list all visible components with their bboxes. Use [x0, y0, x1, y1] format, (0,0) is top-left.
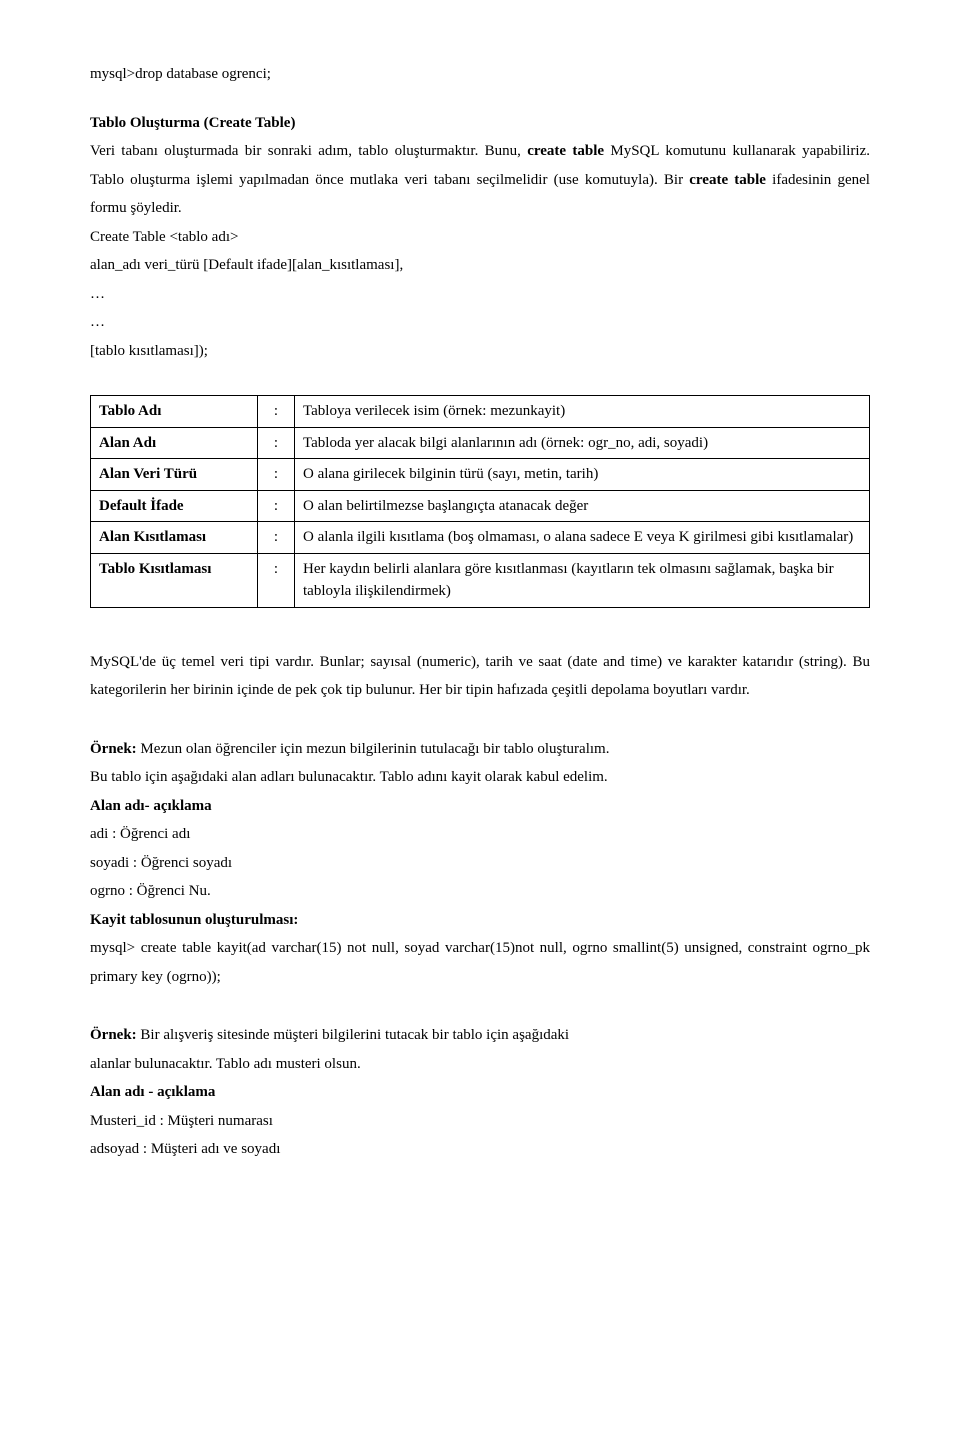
code-line: Create Table <tablo adı> [90, 223, 870, 252]
table-row: Tablo Kısıtlaması : Her kaydın belirli a… [91, 553, 870, 607]
paragraph: Alan adı- açıklama [90, 792, 870, 821]
code-line: [tablo kısıtlaması]); [90, 337, 870, 366]
code-line: mysql>drop database ogrenci; [90, 60, 870, 89]
paragraph: Bu tablo için aşağıdaki alan adları bulu… [90, 763, 870, 792]
code-line: alan_adı veri_türü [Default ifade][alan_… [90, 251, 870, 280]
paragraph: soyadi : Öğrenci soyadı [90, 849, 870, 878]
code-line: … [90, 308, 870, 337]
paragraph: adi : Öğrenci adı [90, 820, 870, 849]
definitions-table: Tablo Adı : Tabloya verilecek isim (örne… [90, 395, 870, 608]
table-row: Alan Kısıtlaması : O alanla ilgili kısıt… [91, 522, 870, 554]
paragraph: Veri tabanı oluşturmada bir sonraki adım… [90, 137, 870, 223]
paragraph: alanlar bulunacaktır. Tablo adı musteri … [90, 1050, 870, 1079]
code-line: … [90, 280, 870, 309]
paragraph: Alan adı - açıklama [90, 1078, 870, 1107]
paragraph: MySQL'de üç temel veri tipi vardır. Bunl… [90, 648, 870, 705]
table-row: Alan Adı : Tabloda yer alacak bilgi alan… [91, 427, 870, 459]
paragraph: adsoyad : Müşteri adı ve soyadı [90, 1135, 870, 1164]
table-row: Default İfade : O alan belirtilmezse baş… [91, 490, 870, 522]
paragraph: ogrno : Öğrenci Nu. [90, 877, 870, 906]
paragraph: Örnek: Bir alışveriş sitesinde müşteri b… [90, 1021, 870, 1050]
section-title: Tablo Oluşturma (Create Table) [90, 109, 870, 138]
paragraph: Kayit tablosunun oluşturulması: [90, 906, 870, 935]
table-row: Tablo Adı : Tabloya verilecek isim (örne… [91, 396, 870, 428]
code-line: mysql> create table kayit(ad varchar(15)… [90, 934, 870, 991]
table-row: Alan Veri Türü : O alana girilecek bilgi… [91, 459, 870, 491]
paragraph: Örnek: Mezun olan öğrenciler için mezun … [90, 735, 870, 764]
paragraph: Musteri_id : Müşteri numarası [90, 1107, 870, 1136]
